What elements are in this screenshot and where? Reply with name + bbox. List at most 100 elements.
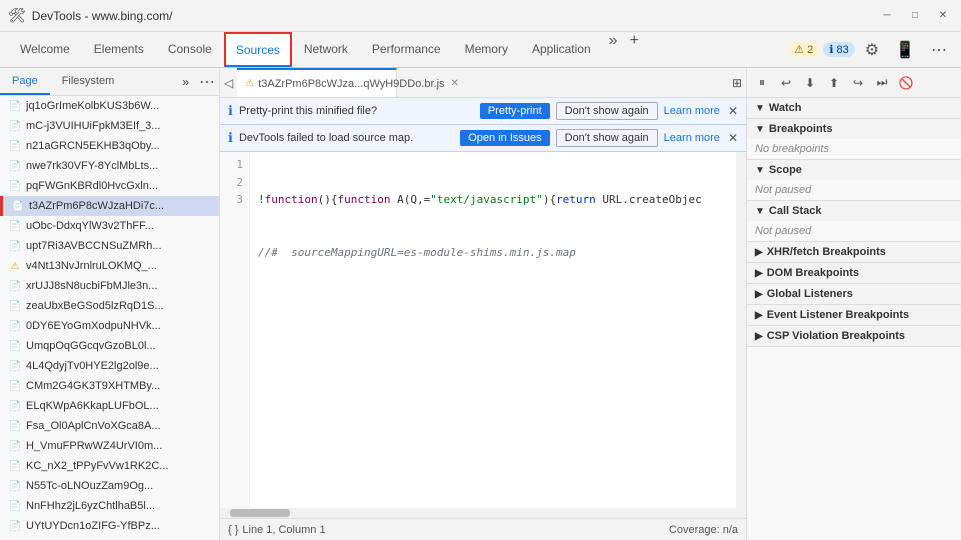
- scope-section-header[interactable]: ▼ Scope: [747, 160, 961, 180]
- tab-performance[interactable]: Performance: [360, 32, 453, 67]
- call-stack-section-label: Call Stack: [769, 205, 822, 217]
- list-item[interactable]: 📄 xrUJJ8sN8ucbiFbMJle3n...: [0, 276, 219, 296]
- file-icon: 📄: [8, 219, 22, 233]
- pause-button[interactable]: ⏸: [751, 72, 773, 94]
- tab-sources[interactable]: Sources: [224, 32, 292, 67]
- open-in-issues-button[interactable]: Open in Issues: [460, 130, 549, 146]
- source-map-close-icon[interactable]: ✕: [728, 131, 738, 145]
- maximize-button[interactable]: □: [905, 6, 925, 26]
- sidebar-tab-page[interactable]: Page: [0, 68, 50, 95]
- watch-section-label: Watch: [769, 102, 802, 114]
- sidebar-options-button[interactable]: ⋯: [195, 68, 219, 95]
- sources-panel: Page Filesystem » ⋯ 📄 jq1oGrImeKolbKUS3b…: [0, 68, 961, 540]
- device-icon[interactable]: 📱: [889, 40, 921, 60]
- list-item[interactable]: 📄 uObc-DdxqYlW3v2ThFF...: [0, 216, 219, 236]
- list-item[interactable]: 📄 ELqKWpA6KkapLUFbOL...: [0, 396, 219, 416]
- tab-application[interactable]: Application: [520, 32, 603, 67]
- tab-network[interactable]: Network: [292, 32, 360, 67]
- tabs-overflow-button[interactable]: »: [603, 32, 624, 67]
- pretty-print-learn-more-link[interactable]: Learn more: [664, 105, 720, 117]
- file-tab-toggle-icon[interactable]: ⊞: [732, 76, 742, 90]
- file-tabs-left-button[interactable]: ◁: [220, 76, 237, 90]
- settings-icon[interactable]: ⚙: [859, 40, 885, 60]
- global-listeners-section: ▶ Global Listeners: [747, 284, 961, 305]
- tab-welcome[interactable]: Welcome: [8, 32, 82, 67]
- horizontal-scrollbar[interactable]: [220, 508, 746, 518]
- list-item[interactable]: 📄 N55Tc-oLNOuzZam9Og...: [0, 476, 219, 496]
- sidebar-tab-filesystem[interactable]: Filesystem: [50, 68, 127, 95]
- list-item[interactable]: 📄 KC_nX2_tPPyFvVw1RK2C...: [0, 456, 219, 476]
- warning-badge[interactable]: ⚠ 2: [788, 42, 819, 57]
- file-name: 0DY6EYoGmXodpuNHVk...: [26, 320, 215, 332]
- dom-breakpoints-section-header[interactable]: ▶ DOM Breakpoints: [747, 263, 961, 283]
- list-item[interactable]: 📄 4L4QdyjTv0HYE2lg2ol9e...: [0, 356, 219, 376]
- list-item[interactable]: 📄 H_VmuFPRwWZ4UrVI0m...: [0, 436, 219, 456]
- step-into-button[interactable]: ⬇: [799, 72, 821, 94]
- xhr-fetch-section-header[interactable]: ▶ XHR/fetch Breakpoints: [747, 242, 961, 262]
- step-button[interactable]: ↪: [847, 72, 869, 94]
- tab-console[interactable]: Console: [156, 32, 224, 67]
- tab-elements[interactable]: Elements: [82, 32, 156, 67]
- code-editor[interactable]: 1 2 3 !function(){function A(Q,="text/ja…: [220, 152, 746, 508]
- list-item[interactable]: 📄 UYtUYDcn1oZIFG-YfBPz...: [0, 516, 219, 536]
- call-stack-content: Not paused: [747, 221, 961, 241]
- list-item[interactable]: 📄 NnFHhz2jL6yzChtlhaB5l...: [0, 496, 219, 516]
- list-item[interactable]: 📄 0DY6EYoGmXodpuNHVk...: [0, 316, 219, 336]
- list-item[interactable]: 📄 upt7Ri3AVBCCNSuZMRh...: [0, 236, 219, 256]
- sidebar-tabs-more[interactable]: »: [176, 68, 195, 95]
- csp-violation-section: ▶ CSP Violation Breakpoints: [747, 326, 961, 347]
- step-out-button[interactable]: ⬆: [823, 72, 845, 94]
- file-tab-name: t3AZrPm6P8cWJza...qWyH9DDo.br.js: [258, 78, 444, 90]
- step-over-button[interactable]: ↩: [775, 72, 797, 94]
- list-item[interactable]: 📄 nwe7rk30VFY-8YclMbLts...: [0, 156, 219, 176]
- line-number: 3: [226, 191, 243, 209]
- brace-icon[interactable]: { }: [228, 524, 238, 536]
- pretty-print-close-icon[interactable]: ✕: [728, 104, 738, 118]
- watch-section-header[interactable]: ▼ Watch: [747, 98, 961, 118]
- file-tab-close-icon[interactable]: ✕: [451, 78, 459, 89]
- code-line-1: !function(){function A(Q,="text/javascri…: [258, 191, 728, 209]
- source-map-dont-show-button[interactable]: Don't show again: [556, 129, 658, 147]
- minimize-button[interactable]: ─: [877, 6, 897, 26]
- list-item[interactable]: 📄 CMm2G4GK3T9XHTMBy...: [0, 376, 219, 396]
- global-listeners-section-header[interactable]: ▶ Global Listeners: [747, 284, 961, 304]
- coverage-status: Coverage: n/a: [669, 524, 738, 536]
- add-tab-button[interactable]: +: [624, 32, 645, 67]
- pretty-print-button[interactable]: Pretty-print: [480, 103, 550, 119]
- file-icon: 📄: [8, 299, 22, 313]
- call-stack-section-header[interactable]: ▼ Call Stack: [747, 201, 961, 221]
- list-item[interactable]: 📄 n21aGRCN5EKHB3qOby...: [0, 136, 219, 156]
- dom-breakpoints-section: ▶ DOM Breakpoints: [747, 263, 961, 284]
- file-name: pqFWGnKBRdl0HvcGxln...: [26, 180, 215, 192]
- list-item[interactable]: 📄 jq1oGrImeKolbKUS3b6W...: [0, 96, 219, 116]
- list-item[interactable]: 📄 mC-j3VUIHUiFpkM3EIf_3...: [0, 116, 219, 136]
- deactivate-breakpoints-button[interactable]: ⏭: [871, 72, 893, 94]
- horizontal-scrollbar-thumb[interactable]: [230, 509, 290, 517]
- list-item[interactable]: 📄 Fsa_Ol0AplCnVoXGca8A...: [0, 416, 219, 436]
- csp-violation-section-header[interactable]: ▶ CSP Violation Breakpoints: [747, 326, 961, 346]
- close-button[interactable]: ✕: [933, 6, 953, 26]
- list-item[interactable]: ⚠ v4Nt13NvJrnlruLOKMQ_...: [0, 256, 219, 276]
- list-item[interactable]: 📄 pqFWGnKBRdl0HvcGxln...: [0, 176, 219, 196]
- code-content[interactable]: !function(){function A(Q,="text/javascri…: [250, 152, 736, 508]
- file-icon: 📄: [8, 139, 22, 153]
- list-item[interactable]: 📄 t3AZrPm6P8cWJzaHDi7c...: [0, 196, 219, 216]
- source-map-learn-more-link[interactable]: Learn more: [664, 132, 720, 144]
- code-line-3: //# sourceMappingURL=es-module-shims.min…: [258, 244, 728, 262]
- more-options-icon[interactable]: ⋯: [925, 40, 953, 60]
- file-icon: 📄: [8, 239, 22, 253]
- list-item[interactable]: 📄 UmqpOqGGcqvGzoBL0l...: [0, 336, 219, 356]
- tab-memory[interactable]: Memory: [453, 32, 520, 67]
- breakpoints-section-header[interactable]: ▼ Breakpoints: [747, 119, 961, 139]
- code-vertical-scrollbar[interactable]: [736, 152, 746, 508]
- source-map-notification: ℹ DevTools failed to load source map. Op…: [220, 125, 746, 152]
- file-name: UmqpOqGGcqvGzoBL0l...: [26, 340, 215, 352]
- active-file-tab[interactable]: ⚠ t3AZrPm6P8cWJza...qWyH9DDo.br.js ✕: [237, 68, 397, 97]
- file-name: N55Tc-oLNOuzZam9Og...: [26, 480, 215, 492]
- dont-pause-exceptions-button[interactable]: 🚫: [895, 72, 917, 94]
- info-badge[interactable]: ℹ 83: [823, 42, 854, 57]
- list-item[interactable]: 📄 zeaUbxBeGSod5lzRqD1S...: [0, 296, 219, 316]
- left-sidebar: Page Filesystem » ⋯ 📄 jq1oGrImeKolbKUS3b…: [0, 68, 220, 540]
- event-listeners-section-header[interactable]: ▶ Event Listener Breakpoints: [747, 305, 961, 325]
- pretty-print-dont-show-button[interactable]: Don't show again: [556, 102, 658, 120]
